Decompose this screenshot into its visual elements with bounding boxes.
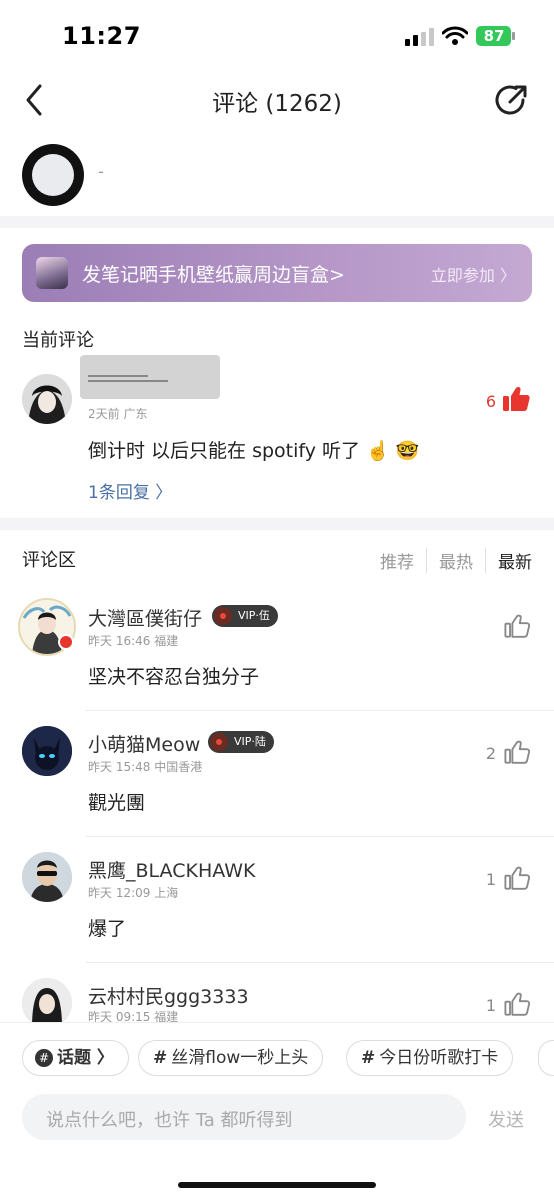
banner-text: 发笔记晒手机壁纸赢周边盲盒> [82,264,345,286]
comment-username[interactable]: 黑鹰_BLACKHAWK [88,856,255,883]
banner-thumbnail [36,257,68,289]
redacted-username [80,355,220,399]
battery-level: 87 [483,27,505,45]
comment-text: 觀光團 [88,792,146,814]
battery-icon: 87 [476,24,516,48]
comment-meta: 昨天 16:46 福建 [88,634,179,648]
divider [86,710,554,711]
current-comment-label: 当前评论 [22,330,94,351]
comment-text: 倒计时 以后只能在 spotify 听了 ☝️ 🤓 [88,440,420,462]
comment-text: 爆了 [88,918,127,940]
back-icon[interactable] [18,80,54,120]
vip-badge: VIP·陆 [208,731,274,753]
divider [86,962,554,963]
vip-badge: VIP·伍 [212,605,278,627]
comment-username[interactable]: 小萌猫Meow [88,730,200,757]
like-count: 1 [485,996,496,1015]
song-cover [22,144,84,206]
avatar[interactable] [22,978,72,1028]
topic-chip[interactable]: # 话题 〉 [22,1040,129,1076]
song-info[interactable]: - [0,140,554,210]
status-time: 11:27 [62,22,141,50]
comment-input[interactable]: 说点什么吧，也许 Ta 都听得到 [22,1094,466,1140]
comments-section-label: 评论区 [22,550,76,571]
nav-bar: 评论 (1262) [0,72,554,128]
reply-link[interactable]: 1条回复 〉 [88,478,172,503]
comment-meta: 昨天 12:09 上海 [88,886,179,900]
send-button[interactable]: 发送 [488,1106,524,1132]
divider [86,836,554,837]
hashtag-chip[interactable]: # 今日份听歌打卡 [346,1040,514,1076]
hashtag-icon: # [361,1048,376,1068]
banner-cta[interactable]: 立即参加 〉 [431,262,516,286]
status-bar: 11:27 87 [0,0,554,72]
thumb-up-icon[interactable] [502,386,530,412]
hashtag-chip[interactable]: # 丝滑flow一秒上头 [138,1040,324,1076]
tab-hottest[interactable]: 最热 [426,548,485,573]
comment-meta: 2天前 广东 [88,407,148,421]
hashtag-icon: # [153,1048,168,1068]
thumb-up-icon[interactable] [504,613,530,639]
sort-tabs: 推荐 最热 最新 [368,548,532,573]
verified-badge-icon [58,634,74,650]
tab-newest[interactable]: 最新 [485,548,532,573]
panel-border [0,1022,554,1023]
avatar[interactable] [22,374,72,424]
comment-text: 坚决不容忍台独分子 [88,666,260,688]
share-icon[interactable] [492,80,532,120]
topic-icon: # [35,1049,53,1067]
avatar[interactable] [22,852,72,902]
comment-meta: 昨天 15:48 中国香港 [88,760,203,774]
signal-icon [405,28,434,46]
thumb-up-icon[interactable] [504,739,530,765]
avatar[interactable] [22,726,72,776]
comment-input-placeholder: 说点什么吧，也许 Ta 都听得到 [46,1110,293,1131]
tab-recommended[interactable]: 推荐 [368,548,426,573]
section-separator [0,216,554,228]
thumb-up-icon[interactable] [504,991,530,1017]
hashtag-chip-overflow[interactable] [538,1040,554,1076]
page-title: 评论 (1262) [212,91,342,117]
like-count: 1 [485,870,496,889]
thumb-up-icon[interactable] [504,865,530,891]
song-subtitle: - [98,162,104,181]
home-indicator [178,1182,376,1188]
comment-username[interactable]: 云村村民ggg3333 [88,982,249,1009]
composer-panel: # 话题 〉 # 丝滑flow一秒上头 # 今日份听歌打卡 说点什么吧，也许 Ta 都… [0,1022,554,1200]
like-count: 6 [485,392,496,411]
like-count: 2 [485,744,496,763]
promo-banner[interactable]: 发笔记晒手机壁纸赢周边盲盒> 立即参加 〉 [22,244,532,302]
comment-username[interactable]: 大灣區僕街仔 [88,604,202,631]
section-separator [0,518,554,530]
wifi-icon [442,26,468,45]
